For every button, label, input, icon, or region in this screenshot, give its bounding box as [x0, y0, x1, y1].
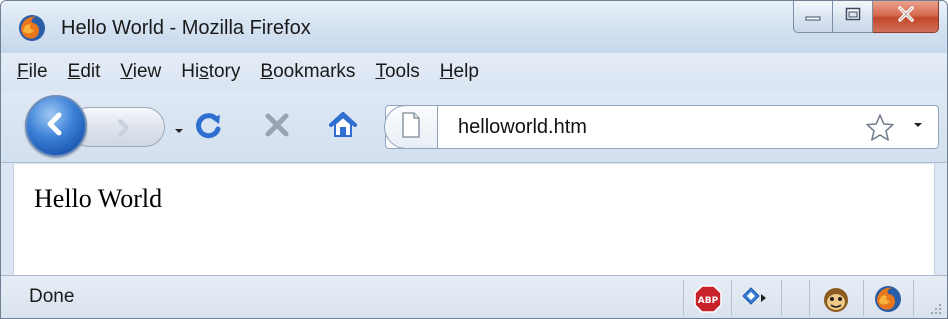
- menu-file-rest: ile: [28, 61, 48, 82]
- home-icon: [327, 109, 359, 146]
- status-divider: [913, 280, 914, 316]
- address-bar[interactable]: helloworld.htm: [384, 105, 939, 149]
- firefox-icon[interactable]: [871, 282, 905, 316]
- menu-bookmarks-accesskey: B: [260, 61, 274, 82]
- window-title: Hello World - Mozilla Firefox: [61, 17, 311, 39]
- menu-bar: File Edit View History Bookmarks Tools H…: [1, 53, 947, 91]
- menu-tools-accesskey: T: [375, 61, 385, 82]
- title-bar: Hello World - Mozilla Firefox: [1, 1, 947, 53]
- page-body-text: Hello World: [34, 184, 163, 213]
- menu-file[interactable]: File: [17, 61, 48, 83]
- navigation-toolbar: helloworld.htm: [1, 91, 947, 163]
- menu-help-accesskey: H: [439, 61, 454, 82]
- menu-history-accesskey: s: [199, 61, 209, 82]
- reload-icon: [193, 109, 225, 146]
- url-dropdown-icon[interactable]: [914, 120, 922, 132]
- home-button[interactable]: [325, 109, 361, 145]
- status-text: Done: [29, 286, 75, 307]
- status-bar: Done ABP: [1, 275, 947, 318]
- back-button[interactable]: [25, 95, 87, 157]
- window-controls: [793, 1, 939, 39]
- site-identity-button[interactable]: [384, 105, 438, 149]
- resize-grip-icon[interactable]: [929, 302, 943, 316]
- menu-edit-accesskey: E: [67, 61, 81, 82]
- minimize-icon: [805, 8, 821, 26]
- browser-window: Hello World - Mozilla Firefox File Edit: [0, 0, 948, 319]
- menu-view-accesskey: V: [120, 61, 133, 82]
- page-content: Hello World: [13, 164, 935, 275]
- back-forward-group: [25, 95, 183, 157]
- menu-edit[interactable]: Edit: [68, 61, 101, 83]
- url-input[interactable]: helloworld.htm: [458, 116, 587, 139]
- stop-icon: [261, 109, 293, 146]
- star-icon[interactable]: [864, 112, 896, 149]
- monkey-icon[interactable]: [819, 282, 853, 316]
- back-arrow-icon: [41, 109, 71, 144]
- menu-bookmarks-rest: ookmarks: [273, 61, 356, 82]
- add-on-icon[interactable]: [739, 282, 773, 316]
- menu-view[interactable]: View: [120, 61, 161, 83]
- reload-button[interactable]: [191, 109, 227, 145]
- status-divider: [683, 280, 684, 316]
- status-divider: [781, 280, 782, 316]
- menu-edit-rest: dit: [80, 61, 101, 82]
- adblock-plus-icon[interactable]: ABP: [691, 282, 725, 316]
- menu-help[interactable]: Help: [440, 61, 479, 83]
- menu-bookmarks[interactable]: Bookmarks: [260, 61, 355, 83]
- status-divider: [809, 280, 810, 316]
- menu-tools-rest: ools: [384, 61, 420, 82]
- firefox-logo-icon[interactable]: [17, 13, 47, 43]
- maximize-button[interactable]: [833, 1, 873, 33]
- close-icon: [897, 6, 915, 27]
- minimize-button[interactable]: [793, 1, 833, 33]
- menu-view-rest: iew: [132, 61, 162, 82]
- menu-history[interactable]: History: [181, 61, 240, 83]
- close-button[interactable]: [873, 1, 939, 33]
- stop-button[interactable]: [259, 109, 295, 145]
- history-dropdown-icon[interactable]: [174, 124, 184, 138]
- menu-history-pre: Hi: [181, 61, 200, 82]
- status-divider: [731, 280, 732, 316]
- svg-text:ABP: ABP: [698, 296, 719, 306]
- menu-tools[interactable]: Tools: [375, 61, 419, 83]
- menu-file-accesskey: F: [17, 61, 29, 82]
- menu-help-rest: elp: [453, 61, 479, 82]
- status-divider: [863, 280, 864, 316]
- menu-history-rest: tory: [208, 61, 241, 82]
- page-icon: [401, 111, 421, 143]
- maximize-icon: [845, 7, 861, 26]
- forward-arrow-icon: [110, 114, 138, 147]
